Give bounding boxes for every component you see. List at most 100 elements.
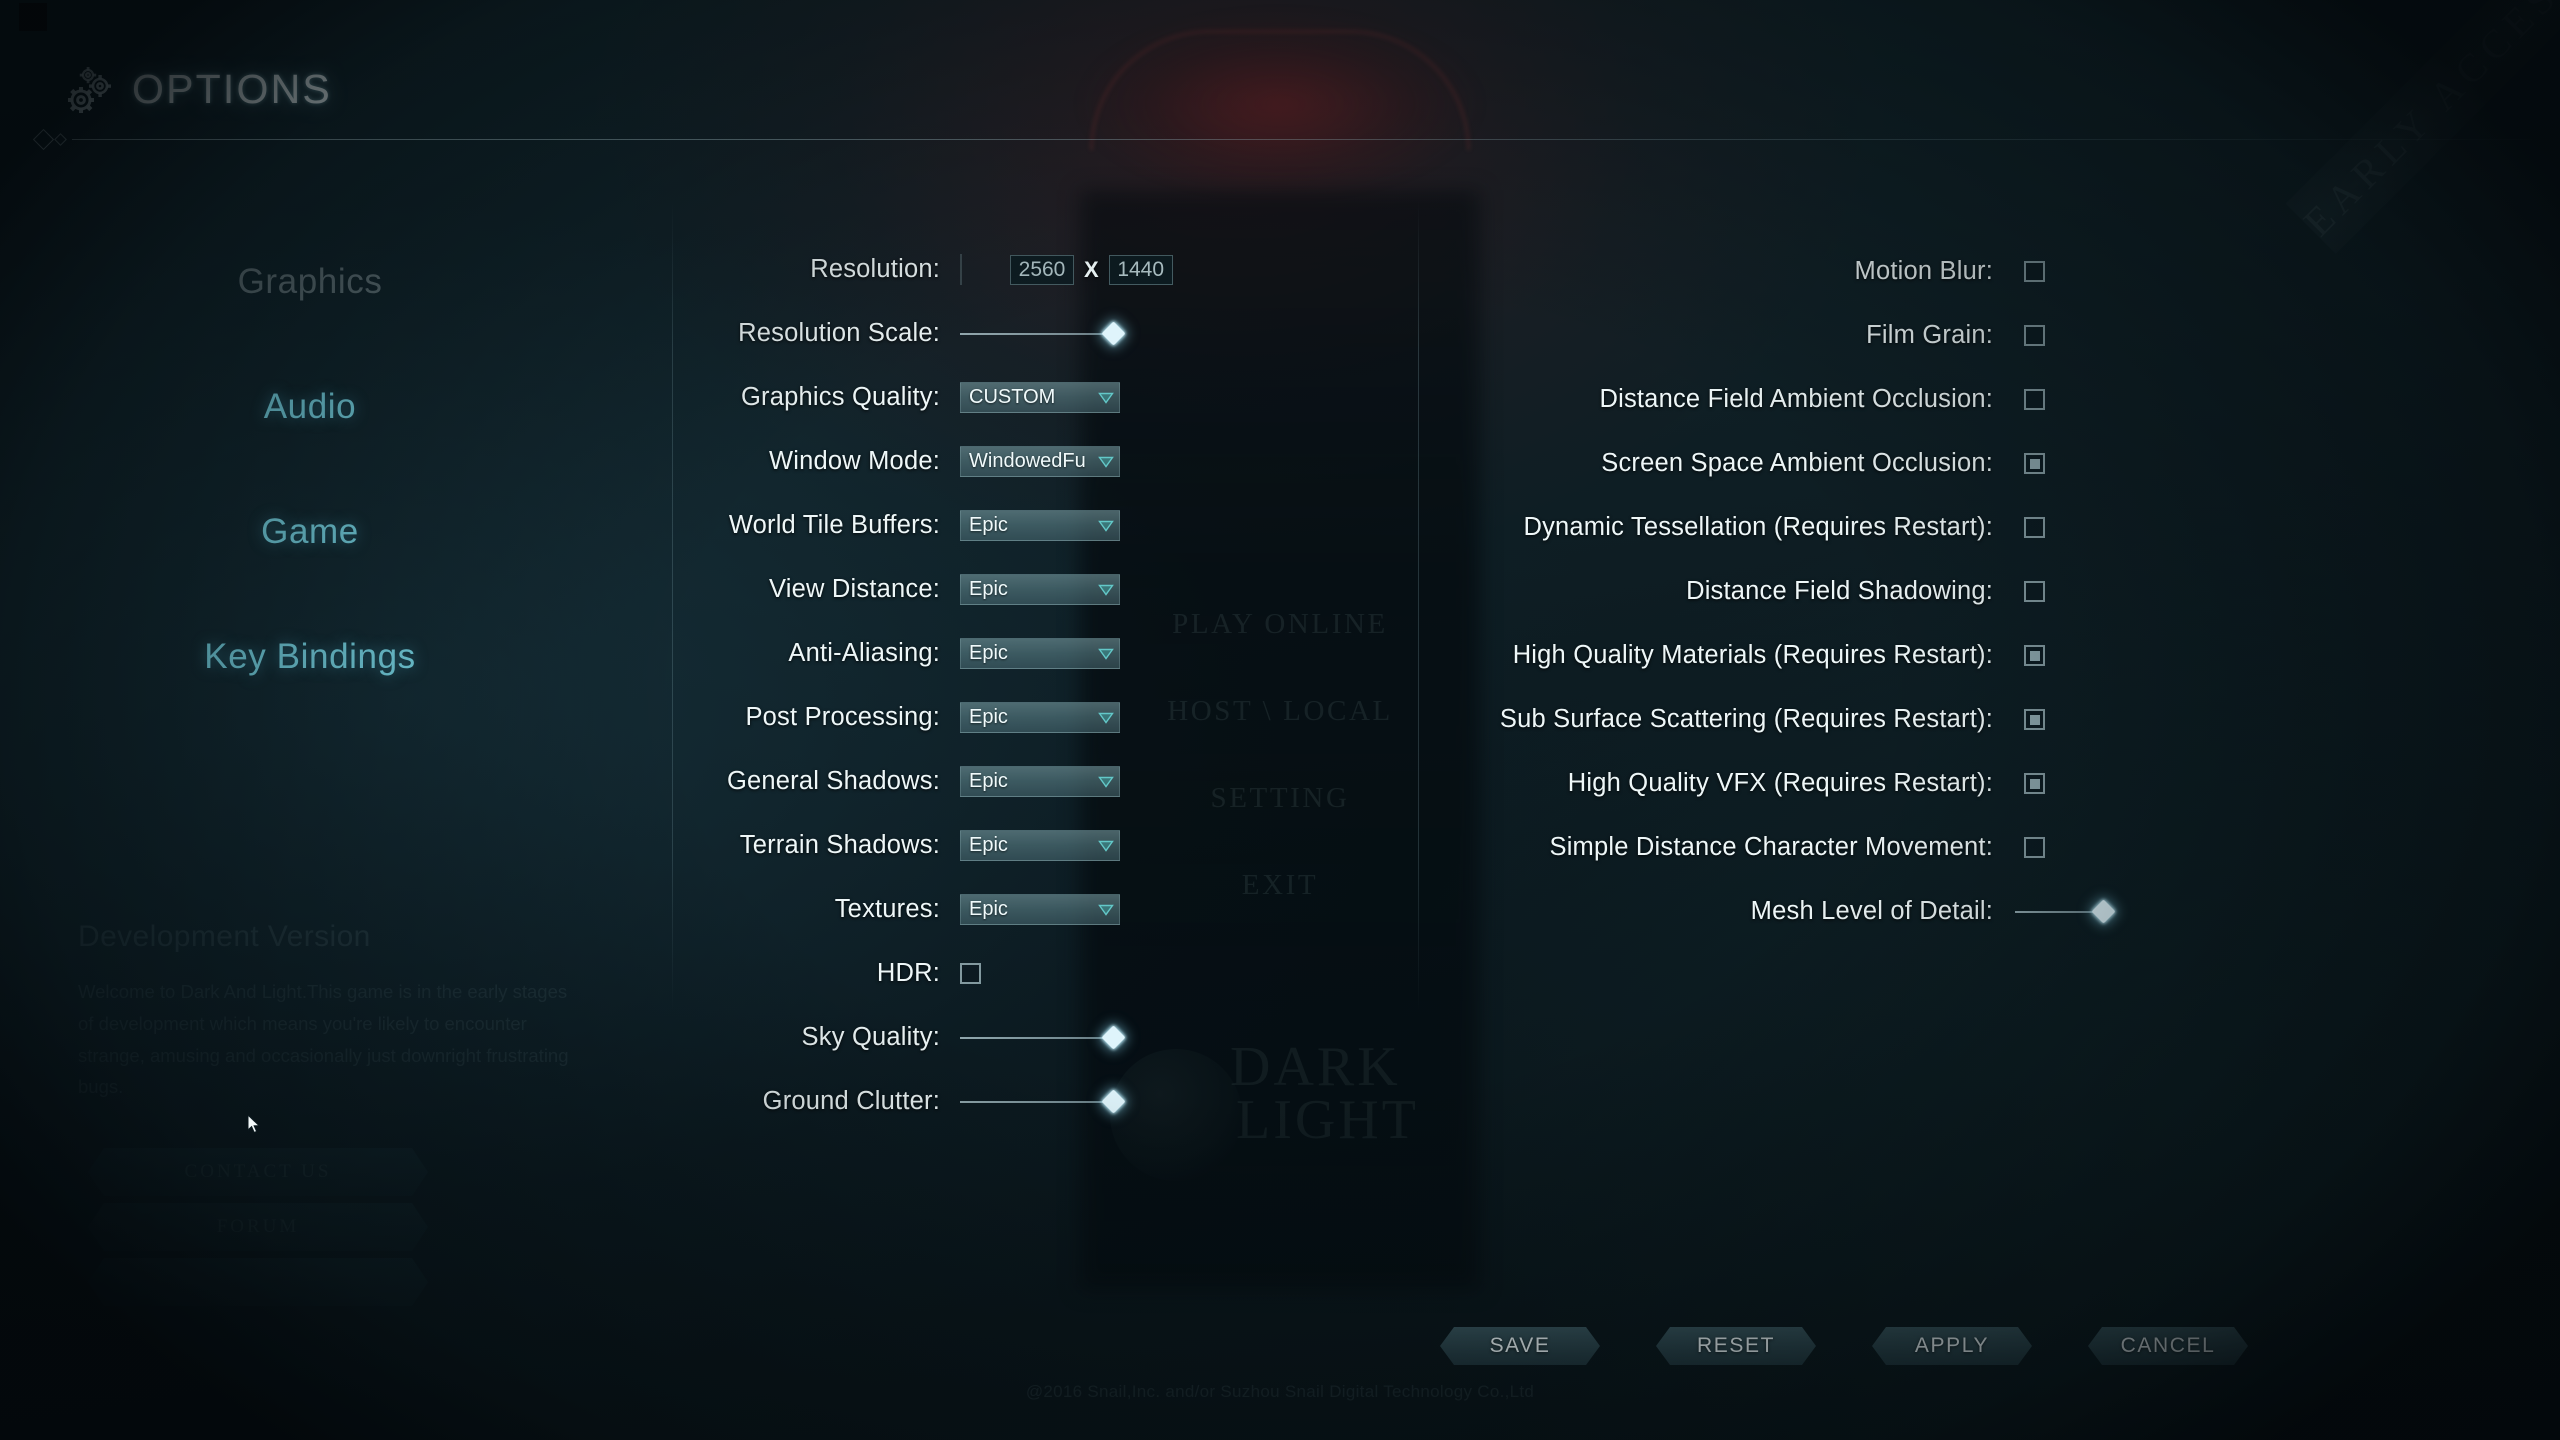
terrain-shadows-dropdown-value: Epic: [969, 834, 1008, 856]
setting-label-post-processing: Post Processing:: [745, 703, 940, 731]
background-extra-button: [88, 1258, 428, 1306]
resolution-dropdown-value: 2560x1440: [961, 258, 962, 281]
motion-blur-checkbox[interactable]: [2024, 261, 2045, 282]
mouse-cursor: [247, 1113, 262, 1135]
setting-label-ground-clutter: Ground Clutter:: [762, 1087, 940, 1115]
distance-field-shadowing-checkbox[interactable]: [2024, 581, 2045, 602]
setting-label-dynamic-tessellation: Dynamic Tessellation (Requires Restart):: [1523, 513, 1993, 541]
setting-row-simple-distance-character-movement: Simple Distance Character Movement:: [1430, 828, 2110, 867]
high-quality-materials-checkbox[interactable]: [2024, 645, 2045, 666]
sidebar-item-key-bindings[interactable]: Key Bindings: [0, 637, 620, 677]
setting-row-hdr: HDR:: [560, 954, 1120, 993]
film-grain-checkbox[interactable]: [2024, 325, 2045, 346]
sidebar-item-graphics[interactable]: Graphics: [0, 262, 620, 302]
options-action-bar: SAVE RESET APPLY CANCEL: [1440, 1327, 2248, 1365]
general-shadows-dropdown[interactable]: Epic: [960, 766, 1120, 797]
copyright-text: @2016 Snail,Inc. and/or Suzhou Snail Dig…: [1025, 1382, 1535, 1401]
setting-label-film-grain: Film Grain:: [1866, 321, 1993, 349]
world-tile-buffers-dropdown[interactable]: Epic: [960, 510, 1120, 541]
high-quality-vfx-checkbox[interactable]: [2024, 773, 2045, 794]
cancel-button[interactable]: CANCEL: [2088, 1327, 2248, 1365]
chevron-down-icon: [1093, 712, 1119, 724]
sky-quality-slider[interactable]: [960, 1024, 1126, 1052]
setting-row-motion-blur: Motion Blur:: [1430, 252, 2110, 291]
graphics-quality-dropdown[interactable]: CUSTOM: [960, 382, 1120, 413]
save-button[interactable]: SAVE: [1440, 1327, 1600, 1365]
setting-row-anti-aliasing: Anti-Aliasing: Epic: [560, 634, 1120, 673]
setting-row-distance-field-shadowing: Distance Field Shadowing:: [1430, 572, 2110, 611]
setting-row-resolution: Resolution: 2560x1440 2560 X 1440: [560, 250, 1173, 289]
apply-button[interactable]: APPLY: [1872, 1327, 2032, 1365]
post-processing-dropdown[interactable]: Epic: [960, 702, 1120, 733]
page-title: OPTIONS: [132, 66, 332, 112]
header-divider: [72, 139, 2532, 140]
setting-label-general-shadows: General Shadows:: [727, 767, 940, 795]
textures-dropdown-value: Epic: [969, 898, 1008, 920]
setting-row-ground-clutter: Ground Clutter:: [560, 1082, 1126, 1121]
setting-row-screen-space-ambient-occlusion: Screen Space Ambient Occlusion:: [1430, 444, 2110, 483]
dynamic-tessellation-checkbox[interactable]: [2024, 517, 2045, 538]
simple-distance-character-movement-checkbox[interactable]: [2024, 837, 2045, 858]
header-diamond-icon: [32, 128, 55, 151]
mesh-level-of-detail-slider[interactable]: [2015, 898, 2116, 926]
setting-row-terrain-shadows: Terrain Shadows: Epic: [560, 826, 1120, 865]
anti-aliasing-dropdown[interactable]: Epic: [960, 638, 1120, 669]
window-mode-dropdown[interactable]: WindowedFu: [960, 446, 1120, 477]
setting-row-distance-field-ambient-occlusion: Distance Field Ambient Occlusion:: [1430, 380, 2110, 419]
header-diamond-small-icon: [54, 133, 67, 146]
setting-row-view-distance: View Distance: Epic: [560, 570, 1120, 609]
setting-label-resolution-scale: Resolution Scale:: [738, 319, 940, 347]
sidebar-item-audio[interactable]: Audio: [0, 387, 620, 427]
reset-button[interactable]: RESET: [1656, 1327, 1816, 1365]
chevron-down-icon: [1093, 648, 1119, 660]
setting-label-sub-surface-scattering: Sub Surface Scattering (Requires Restart…: [1499, 705, 1993, 733]
world-tile-buffers-dropdown-value: Epic: [969, 514, 1008, 536]
setting-label-resolution: Resolution:: [810, 255, 940, 283]
chevron-down-icon: [1093, 840, 1119, 852]
sidebar-item-game[interactable]: Game: [0, 512, 620, 552]
setting-row-general-shadows: General Shadows: Epic: [560, 762, 1120, 801]
chevron-down-icon: [1093, 456, 1119, 468]
corner-marker: [19, 3, 47, 31]
window-mode-dropdown-value: WindowedFu: [969, 450, 1086, 472]
terrain-shadows-dropdown[interactable]: Epic: [960, 830, 1120, 861]
resolution-height-input[interactable]: 1440: [1108, 254, 1173, 285]
resolution-scale-slider[interactable]: [960, 320, 1126, 348]
setting-row-dynamic-tessellation: Dynamic Tessellation (Requires Restart):: [1430, 508, 2110, 547]
setting-label-world-tile-buffers: World Tile Buffers:: [728, 511, 940, 539]
screen-space-ambient-occlusion-checkbox[interactable]: [2024, 453, 2045, 474]
settings-category-sidebar: Graphics Audio Game Key Bindings: [0, 262, 620, 762]
setting-label-distance-field-ambient-occlusion: Distance Field Ambient Occlusion:: [1599, 385, 1993, 413]
development-version-body: Welcome to Dark And Light.This game is i…: [78, 981, 569, 1098]
slider-thumb[interactable]: [2091, 899, 2116, 924]
setting-row-high-quality-materials: High Quality Materials (Requires Restart…: [1430, 636, 2110, 675]
chevron-down-icon: [1093, 584, 1119, 596]
hdr-checkbox[interactable]: [960, 963, 981, 984]
setting-row-world-tile-buffers: World Tile Buffers: Epic: [560, 506, 1120, 545]
setting-label-terrain-shadows: Terrain Shadows:: [739, 831, 940, 859]
ground-clutter-slider[interactable]: [960, 1088, 1126, 1116]
graphics-settings-left-column: Resolution: 2560x1440 2560 X 1440 Resolu…: [560, 250, 1173, 1146]
setting-label-textures: Textures:: [834, 895, 940, 923]
setting-label-view-distance: View Distance:: [769, 575, 940, 603]
setting-row-sky-quality: Sky Quality:: [560, 1018, 1126, 1057]
setting-label-distance-field-shadowing: Distance Field Shadowing:: [1686, 577, 1993, 605]
sub-surface-scattering-checkbox[interactable]: [2024, 709, 2045, 730]
slider-track: [960, 1036, 1120, 1039]
view-distance-dropdown[interactable]: Epic: [960, 574, 1120, 605]
distance-field-ambient-occlusion-checkbox[interactable]: [2024, 389, 2045, 410]
setting-row-resolution-scale: Resolution Scale:: [560, 314, 1126, 353]
setting-label-anti-aliasing: Anti-Aliasing:: [788, 639, 940, 667]
resolution-width-input[interactable]: 2560: [1010, 254, 1074, 285]
setting-row-window-mode: Window Mode: WindowedFu: [560, 442, 1120, 481]
development-version-title: Development Version: [78, 920, 371, 953]
background-center-shade: [1080, 190, 1480, 1290]
general-shadows-dropdown-value: Epic: [969, 770, 1008, 792]
panel-divider-right: [1418, 200, 1419, 1010]
setting-label-hdr: HDR:: [876, 959, 940, 987]
resolution-separator: X: [1084, 256, 1099, 282]
setting-row-graphics-quality: Graphics Quality: CUSTOM: [560, 378, 1120, 417]
textures-dropdown[interactable]: Epic: [960, 894, 1120, 925]
resolution-dropdown[interactable]: 2560x1440: [960, 254, 962, 285]
setting-label-motion-blur: Motion Blur:: [1854, 257, 1993, 285]
